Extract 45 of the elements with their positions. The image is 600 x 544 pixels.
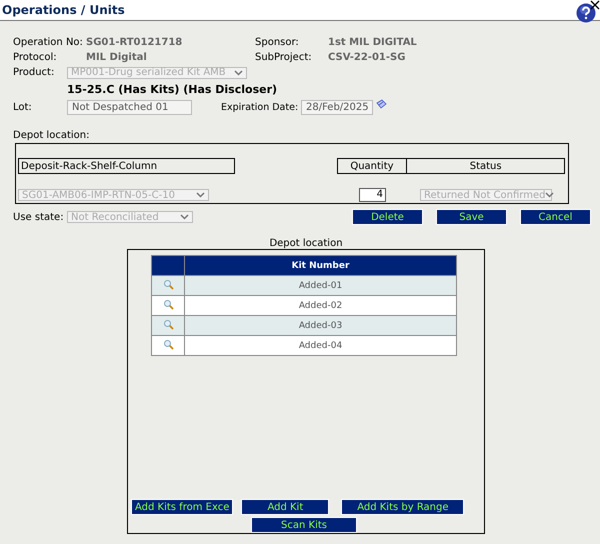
section-label: Depot location: (13, 130, 90, 143)
field-label: Product: (13, 67, 56, 78)
product-tags: 15-25.C (Has Kits) (Has Discloser) (67, 83, 600, 97)
field-value: 1st MIL DIGITAL (328, 37, 417, 48)
close-icon[interactable] (590, 0, 600, 10)
column-header: Kit Number (184, 256, 456, 276)
action-button[interactable]: Save (436, 209, 507, 225)
field-label: Lot: (13, 102, 33, 112)
field-label: Protocol: (13, 52, 58, 63)
table-cell: Added-02 (184, 296, 456, 316)
field-label: Sponsor: (255, 37, 300, 48)
kit-button[interactable]: Add Kits by Range (341, 499, 464, 515)
quantity-field[interactable]: 4 (359, 188, 386, 202)
lot-field[interactable]: Not Despatched 01 (67, 100, 192, 114)
field-label: SubProject: (255, 52, 313, 63)
field-value: SG01-RT0121718 (86, 37, 184, 48)
kit-button[interactable]: Scan Kits (251, 517, 357, 533)
column-header: Status (407, 158, 565, 174)
column-header: Deposit-Rack-Shelf-Column (18, 158, 235, 174)
action-button[interactable]: Delete (352, 209, 423, 225)
table-cell: Added-04 (184, 336, 456, 356)
caret-icon (234, 70, 243, 76)
action-button[interactable]: Cancel (520, 209, 591, 225)
caret-icon (180, 214, 189, 220)
section-title: Depot location (268, 238, 344, 249)
column-header: Quantity (336, 158, 408, 174)
field-value: CSV-22-01-SG (328, 52, 406, 63)
magnifier-icon[interactable] (162, 298, 174, 310)
field-label: Use state: (13, 212, 65, 222)
window-title: Operations / Units (2, 3, 125, 17)
field-value: MIL Digital (86, 52, 148, 63)
magnifier-icon[interactable] (162, 318, 174, 330)
calendar-icon[interactable] (375, 99, 387, 111)
field-label: Operation No: (13, 37, 84, 48)
help-icon[interactable] (576, 3, 596, 23)
date-field[interactable]: 28/Feb/2025 (301, 100, 373, 114)
kit-button[interactable]: Add Kits from Exce (131, 499, 234, 515)
magnifier-icon[interactable] (162, 278, 174, 290)
caret-icon (545, 192, 554, 198)
field-label: Expiration Date: (221, 102, 300, 112)
table-cell: Added-03 (184, 316, 456, 336)
caret-icon (196, 192, 205, 198)
magnifier-icon[interactable] (162, 338, 174, 350)
kit-button[interactable]: Add Kit (241, 499, 330, 515)
table-cell: Added-01 (184, 276, 456, 296)
